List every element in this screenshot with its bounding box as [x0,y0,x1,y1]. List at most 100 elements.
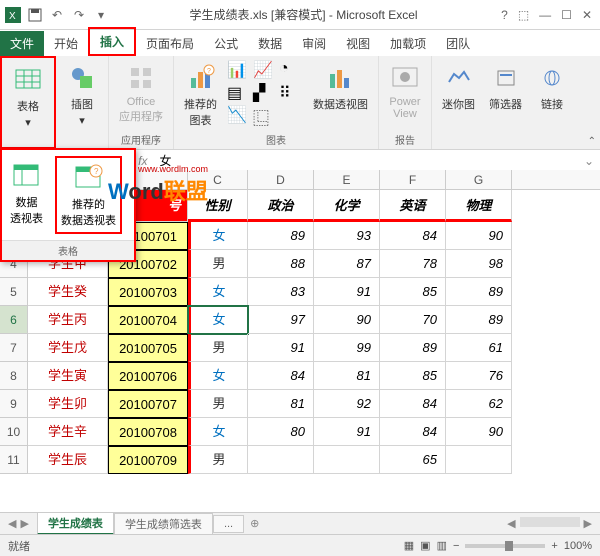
sheet-tab-more[interactable]: ... [213,515,244,533]
cell-phys[interactable]: 90 [446,418,512,446]
cell-name[interactable]: 学生辛 [28,418,108,446]
hscroll-left-icon[interactable]: ◀ [507,517,515,530]
hscroll-right-icon[interactable]: ▶ [584,517,592,530]
tab-insert[interactable]: 插入 [88,27,136,56]
cell-politics[interactable]: 91 [248,334,314,362]
stock-chart-icon[interactable]: 📉 [227,105,251,130]
colhead-d[interactable]: D [248,170,314,189]
undo-icon[interactable]: ↶ [48,6,66,24]
cell-id[interactable]: 20100705 [108,334,188,362]
cell-politics[interactable]: 89 [248,222,314,250]
colhead-e[interactable]: E [314,170,380,189]
tab-review[interactable]: 审阅 [292,31,336,56]
tab-home[interactable]: 开始 [44,31,88,56]
combo-chart-icon[interactable]: ⿺ [253,105,277,130]
rowhead[interactable]: 11 [0,446,28,474]
cell-chem[interactable]: 99 [314,334,380,362]
tab-layout[interactable]: 页面布局 [136,31,204,56]
cell-chem[interactable]: 90 [314,306,380,334]
minimize-icon[interactable]: — [539,8,551,22]
cell-eng[interactable]: 89 [380,334,446,362]
hscroll-track[interactable] [520,517,580,527]
tab-formula[interactable]: 公式 [204,31,248,56]
bar-chart-icon[interactable]: 📊 [227,60,251,81]
recommended-charts-button[interactable]: ? 推荐的 图表 [180,60,221,130]
pivotchart-button[interactable]: 数据透视图 [309,60,372,130]
sheet-tab-2[interactable]: 学生成绩筛选表 [114,513,213,535]
cell-chem[interactable]: 91 [314,418,380,446]
formula-input[interactable]: 女 [153,152,577,169]
cell-id[interactable]: 20100707 [108,390,188,418]
cell-eng[interactable]: 70 [380,306,446,334]
zoom-slider[interactable] [465,544,545,548]
rowhead[interactable]: 10 [0,418,28,446]
line-chart-icon[interactable]: 📈 [253,60,277,81]
page-layout-icon[interactable]: ▣ [420,539,430,552]
pivottable-button[interactable]: 数据 透视表 [6,156,47,234]
rowhead[interactable]: 7 [0,334,28,362]
cell-chem[interactable]: 87 [314,250,380,278]
cell-phys[interactable]: 61 [446,334,512,362]
ribbon-options-icon[interactable]: ⬚ [518,8,529,22]
header-phys[interactable]: 物理 [446,190,512,222]
cell-politics[interactable] [248,446,314,474]
office-apps-button[interactable]: Office 应用程序 [115,60,167,126]
cell-name[interactable]: 学生丙 [28,306,108,334]
rowhead[interactable]: 6 [0,306,28,334]
link-button[interactable]: 链接 [532,60,572,114]
colhead-f[interactable]: F [380,170,446,189]
rowhead[interactable]: 8 [0,362,28,390]
cell-phys[interactable]: 76 [446,362,512,390]
close-icon[interactable]: ✕ [582,8,592,22]
cell-gender[interactable]: 男 [188,390,248,418]
cell-gender[interactable]: 男 [188,446,248,474]
cell-phys[interactable]: 98 [446,250,512,278]
cell-phys[interactable]: 89 [446,306,512,334]
cell-name[interactable]: 学生辰 [28,446,108,474]
cell-politics[interactable]: 97 [248,306,314,334]
powerview-button[interactable]: Power View [385,60,425,122]
cell-gender[interactable]: 女 [188,222,248,250]
cell-chem[interactable]: 91 [314,278,380,306]
cell-eng[interactable]: 65 [380,446,446,474]
cell-politics[interactable]: 80 [248,418,314,446]
help-icon[interactable]: ? [501,8,508,22]
cell-politics[interactable]: 84 [248,362,314,390]
cell-name[interactable]: 学生卯 [28,390,108,418]
colhead-g[interactable]: G [446,170,512,189]
cell-politics[interactable]: 88 [248,250,314,278]
header-politics[interactable]: 政治 [248,190,314,222]
sparkline-button[interactable]: 迷你图 [438,60,479,114]
cell-name[interactable]: 学生戊 [28,334,108,362]
cell-name[interactable]: 学生癸 [28,278,108,306]
cell-eng[interactable]: 85 [380,278,446,306]
tab-file[interactable]: 文件 [0,31,44,56]
header-chem[interactable]: 化学 [314,190,380,222]
scatter-chart-icon[interactable]: ⠿ [279,83,303,104]
tab-team[interactable]: 团队 [436,31,480,56]
filter-button[interactable]: 筛选器 [485,60,526,114]
zoom-out-icon[interactable]: − [453,540,459,552]
tab-addins[interactable]: 加载项 [380,31,436,56]
new-sheet-icon[interactable]: ⊕ [244,517,265,530]
cell-phys[interactable]: 90 [446,222,512,250]
cell-politics[interactable]: 83 [248,278,314,306]
cell-gender[interactable]: 女 [188,306,248,334]
cell-phys[interactable]: 89 [446,278,512,306]
cell-id[interactable]: 20100703 [108,278,188,306]
area-chart-icon[interactable]: ▞ [253,83,277,104]
cell-phys[interactable]: 62 [446,390,512,418]
illustrations-button[interactable]: 插图 ▾ [62,60,102,129]
cell-gender[interactable]: 女 [188,362,248,390]
redo-icon[interactable]: ↷ [70,6,88,24]
sheet-next-icon[interactable]: ▶ [20,517,28,530]
cell-name[interactable]: 学生寅 [28,362,108,390]
cell-id[interactable]: 20100704 [108,306,188,334]
page-break-icon[interactable]: ▥ [437,539,447,552]
cell-gender[interactable]: 女 [188,418,248,446]
tables-button[interactable]: 表格 ▾ [8,62,48,131]
zoom-in-icon[interactable]: + [551,540,557,552]
cell-id[interactable]: 20100708 [108,418,188,446]
cell-gender[interactable]: 男 [188,250,248,278]
cell-politics[interactable]: 81 [248,390,314,418]
